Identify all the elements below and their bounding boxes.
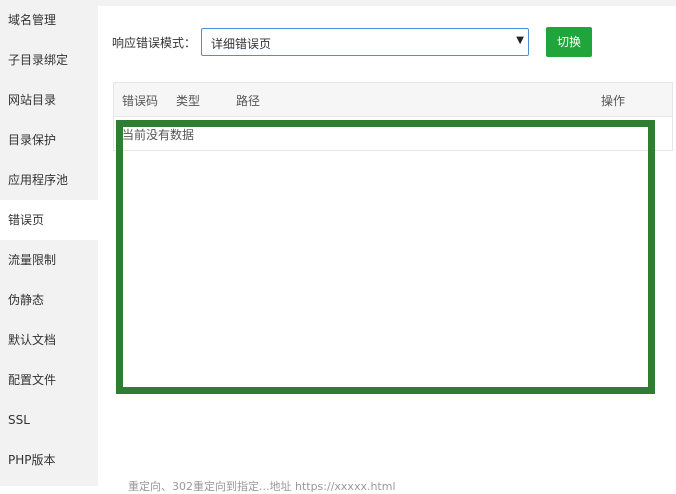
error-mode-select[interactable]: 详细错误页 ▼: [201, 28, 529, 56]
switch-button[interactable]: 切换: [546, 27, 592, 57]
error-table-header: 错误码 类型 路径 操作: [113, 82, 673, 117]
column-header-action: 操作: [601, 94, 626, 108]
sidebar-item-dir-protect[interactable]: 目录保护: [0, 120, 98, 160]
sidebar-item-ssl[interactable]: SSL: [0, 400, 98, 440]
sidebar-item-label: 流量限制: [8, 253, 57, 267]
sidebar-item-label: 目录保护: [8, 133, 57, 147]
sidebar-item-label: SSL: [8, 413, 30, 427]
empty-table-message: 当前没有数据: [122, 128, 195, 142]
sidebar-item-label: 错误页: [8, 213, 45, 227]
sidebar-item-label: 配置文件: [8, 373, 57, 387]
sidebar-item-php-version[interactable]: PHP版本: [0, 440, 98, 480]
sidebar-item-traffic-limit[interactable]: 流量限制: [0, 240, 98, 280]
sidebar-item-label: 应用程序池: [8, 173, 69, 187]
sidebar-item-default-doc[interactable]: 默认文档: [0, 320, 98, 360]
sidebar-item-label: 默认文档: [8, 333, 57, 347]
error-mode-selected-value: 详细错误页: [211, 37, 272, 51]
column-header-error-code: 错误码: [122, 94, 159, 108]
sidebar-item-rewrite[interactable]: 伪静态: [0, 280, 98, 320]
dropdown-arrow-icon: ▼: [516, 35, 524, 46]
sidebar-item-error-page[interactable]: 错误页: [0, 200, 98, 240]
sidebar-item-label: 域名管理: [8, 13, 57, 27]
sidebar: 域名管理 子目录绑定 网站目录 目录保护 应用程序池 错误页 流量限制 伪静态 …: [0, 0, 98, 486]
sidebar-item-config-file[interactable]: 配置文件: [0, 360, 98, 400]
sidebar-item-label: PHP版本: [8, 453, 56, 467]
footnote-text: 重定向、302重定向到指定...地址 https://xxxxx.html: [128, 480, 396, 493]
sidebar-item-label: 伪静态: [8, 293, 45, 307]
sidebar-item-label: 子目录绑定: [8, 53, 69, 67]
sidebar-item-app-pool[interactable]: 应用程序池: [0, 160, 98, 200]
column-header-path: 路径: [236, 94, 261, 108]
sidebar-item-site-dir[interactable]: 网站目录: [0, 80, 98, 120]
error-mode-label: 响应错误模式：: [112, 36, 197, 50]
error-table-body: 当前没有数据: [113, 116, 673, 151]
top-divider: [98, 0, 676, 6]
sidebar-item-domain[interactable]: 域名管理: [0, 0, 98, 40]
column-header-type: 类型: [176, 94, 201, 108]
sidebar-item-subdir[interactable]: 子目录绑定: [0, 40, 98, 80]
sidebar-item-label: 网站目录: [8, 93, 57, 107]
highlight-annotation-box: [116, 120, 655, 394]
